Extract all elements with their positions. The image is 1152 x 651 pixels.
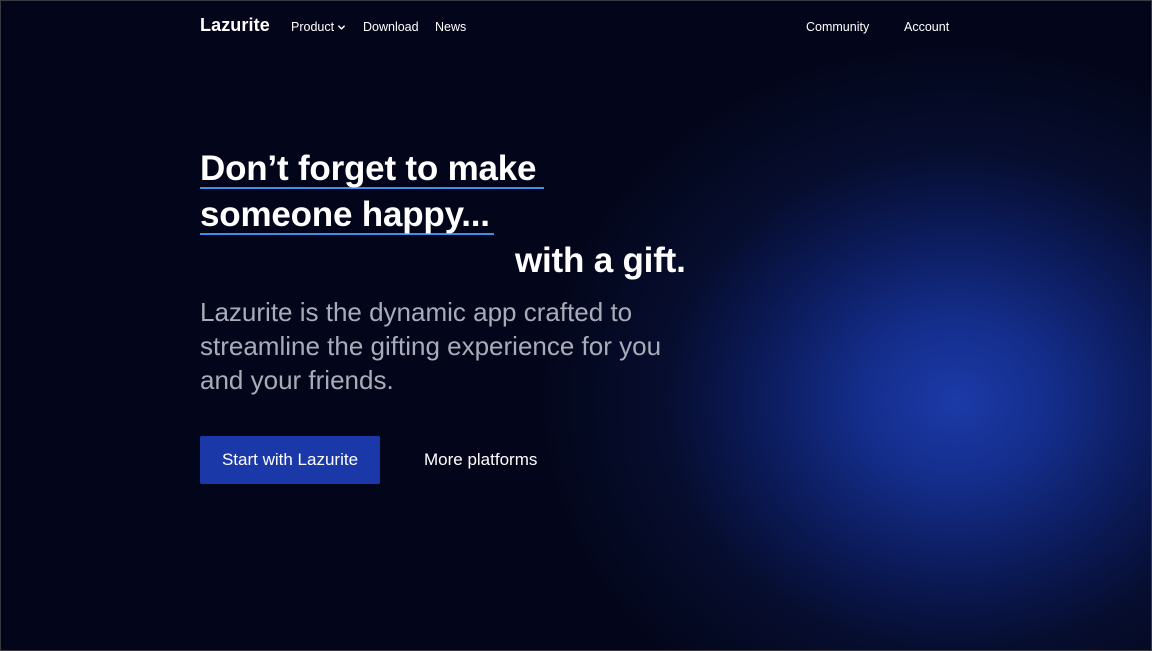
top-navigation: Lazurite Product Download News Community…: [1, 1, 1151, 53]
more-platforms-link[interactable]: More platforms: [424, 450, 537, 470]
headline-line-1: Don’t forget to make: [200, 146, 686, 192]
landing-page: Lazurite Product Download News Community…: [0, 0, 1152, 651]
nav-account-link[interactable]: Account: [904, 20, 949, 34]
nav-product-dropdown[interactable]: Product: [291, 20, 346, 34]
brand-logo[interactable]: Lazurite: [200, 15, 270, 36]
chevron-down-icon: [338, 25, 346, 30]
start-with-lazurite-button[interactable]: Start with Lazurite: [200, 436, 380, 484]
headline-line-3: with a gift.: [515, 241, 686, 280]
headline-line-2: someone happy...: [200, 192, 686, 238]
hero-subtitle: Lazurite is the dynamic app crafted to s…: [200, 297, 662, 395]
headline-underlined-text-2: someone happy...: [200, 197, 494, 235]
headline-underlined-text-1: Don’t forget to make: [200, 151, 545, 189]
nav-product-label: Product: [291, 20, 335, 34]
nav-news-link[interactable]: News: [435, 20, 466, 34]
nav-download-link[interactable]: Download: [363, 20, 419, 34]
hero-headline: Don’t forget to make someone happy... wi…: [200, 146, 686, 284]
nav-community-link[interactable]: Community: [806, 20, 869, 34]
